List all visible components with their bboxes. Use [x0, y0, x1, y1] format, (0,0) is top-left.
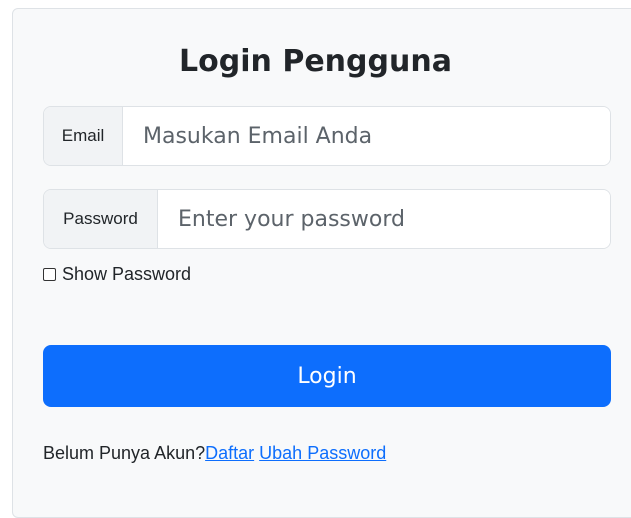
email-input-group: Email	[43, 106, 611, 166]
password-input-group: Password	[43, 189, 611, 249]
change-password-link[interactable]: Ubah Password	[259, 443, 386, 463]
register-link[interactable]: Daftar	[205, 443, 254, 463]
password-label: Password	[44, 190, 158, 248]
login-button[interactable]: Login	[43, 345, 611, 407]
footer-links: Belum Punya Akun?Daftar Ubah Password	[43, 443, 386, 464]
email-field[interactable]	[123, 107, 610, 165]
show-password-checkbox[interactable]	[43, 268, 56, 281]
register-prompt: Belum Punya Akun?	[43, 443, 206, 463]
show-password-label: Show Password	[62, 264, 192, 284]
show-password-toggle[interactable]: Show Password	[43, 264, 191, 285]
email-label: Email	[44, 107, 123, 165]
password-field[interactable]	[158, 190, 610, 248]
page-title: Login Pengguna	[179, 44, 452, 79]
login-card	[12, 8, 631, 518]
